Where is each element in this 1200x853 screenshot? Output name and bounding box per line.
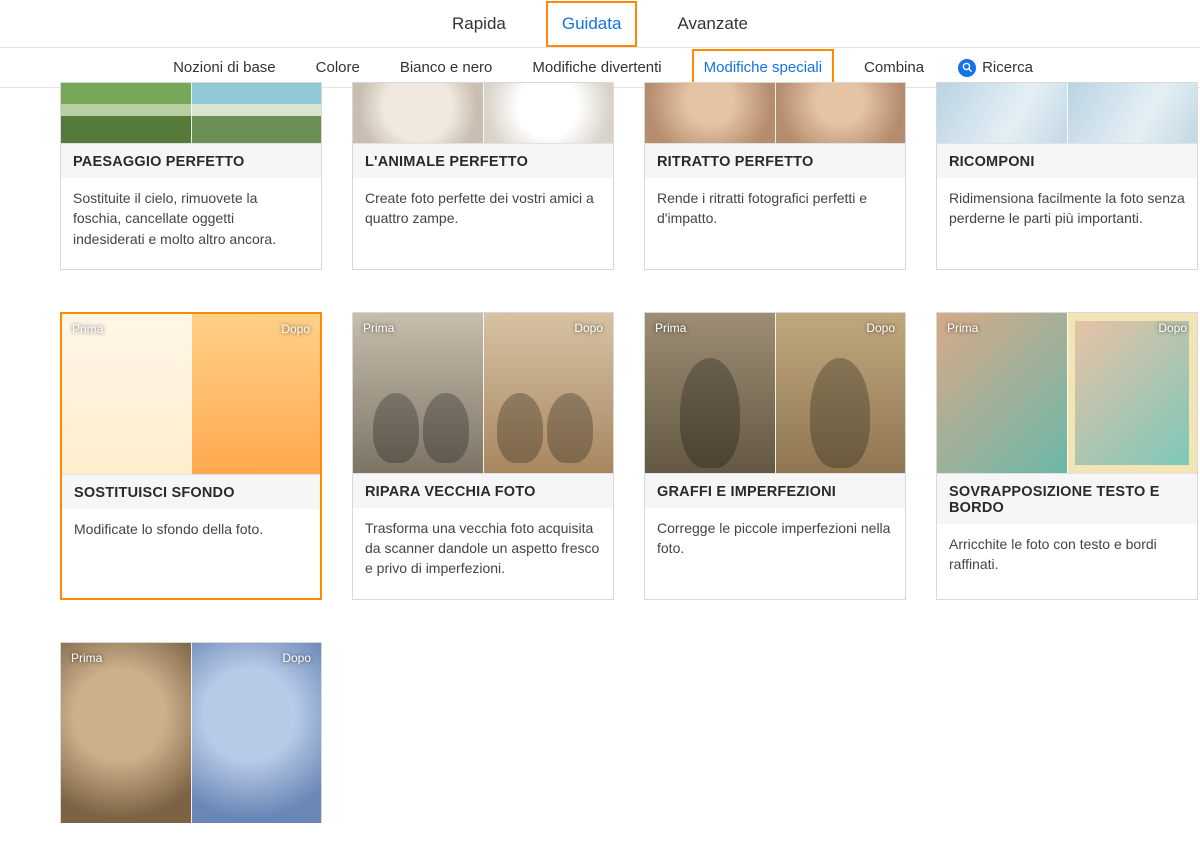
- thumb-scratches-blemishes: Prima Dopo: [645, 313, 905, 473]
- thumb-restore-old-photo: Prima Dopo: [353, 313, 613, 473]
- thumb-replace-background: Prima Dopo: [62, 314, 320, 474]
- tab-avanzate[interactable]: Avanzate: [663, 3, 762, 45]
- subtab-special-edits[interactable]: Modifiche speciali: [692, 49, 834, 86]
- before-label: Prima: [72, 322, 103, 336]
- subtab-fun-edits[interactable]: Modifiche divertenti: [522, 51, 671, 84]
- after-label: Dopo: [282, 651, 311, 665]
- card-perfect-pet[interactable]: L'ANIMALE PERFETTO Create foto perfette …: [352, 82, 614, 270]
- card-desc: Create foto perfette dei vostri amici a …: [353, 178, 613, 249]
- card-recompose[interactable]: RICOMPONI Ridimensiona facilmente la fot…: [936, 82, 1198, 270]
- guided-edits-grid: PAESAGGIO PERFETTO Sostituite il cielo, …: [0, 88, 1200, 853]
- before-label: Prima: [947, 321, 978, 335]
- card-extra[interactable]: Prima Dopo: [60, 642, 322, 823]
- after-label: Dopo: [1158, 321, 1187, 335]
- before-label: Prima: [71, 651, 102, 665]
- card-title: L'ANIMALE PERFETTO: [353, 143, 613, 178]
- card-title: SOVRAPPOSIZIONE TESTO E BORDO: [937, 473, 1197, 524]
- card-desc: Corregge le piccole imperfezioni nella f…: [645, 508, 905, 579]
- card-scratches-blemishes[interactable]: Prima Dopo GRAFFI E IMPERFEZIONI Corregg…: [644, 312, 906, 600]
- after-label: Dopo: [866, 321, 895, 335]
- card-desc: Modificate lo sfondo della foto.: [62, 509, 320, 559]
- search-icon: [958, 59, 976, 77]
- before-label: Prima: [655, 321, 686, 335]
- card-desc: Ridimensiona facilmente la foto senza pe…: [937, 178, 1197, 249]
- card-title: RIPARA VECCHIA FOTO: [353, 473, 613, 508]
- card-replace-background[interactable]: Prima Dopo SOSTITUISCI SFONDO Modificate…: [60, 312, 322, 600]
- thumb-recompose: [937, 83, 1197, 143]
- card-desc: Trasforma una vecchia foto acquisita da …: [353, 508, 613, 599]
- before-label: Prima: [363, 321, 394, 335]
- card-title: PAESAGGIO PERFETTO: [61, 143, 321, 178]
- card-title: GRAFFI E IMPERFEZIONI: [645, 473, 905, 508]
- card-desc: Arricchite le foto con testo e bordi raf…: [937, 524, 1197, 595]
- card-text-border-overlay[interactable]: Prima Dopo SOVRAPPOSIZIONE TESTO E BORDO…: [936, 312, 1198, 600]
- tab-guidata[interactable]: Guidata: [546, 1, 638, 47]
- card-restore-old-photo[interactable]: Prima Dopo RIPARA VECCHIA FOTO Trasforma…: [352, 312, 614, 600]
- after-label: Dopo: [574, 321, 603, 335]
- card-perfect-landscape[interactable]: PAESAGGIO PERFETTO Sostituite il cielo, …: [60, 82, 322, 270]
- card-title: RITRATTO PERFETTO: [645, 143, 905, 178]
- thumb-perfect-landscape: [61, 83, 321, 143]
- thumb-perfect-pet: [353, 83, 613, 143]
- card-perfect-portrait[interactable]: RITRATTO PERFETTO Rende i ritratti fotog…: [644, 82, 906, 270]
- search-label: Ricerca: [982, 59, 1033, 76]
- subtab-bw[interactable]: Bianco e nero: [390, 51, 503, 84]
- subtab-color[interactable]: Colore: [306, 51, 370, 84]
- card-title: RICOMPONI: [937, 143, 1197, 178]
- search-button[interactable]: Ricerca: [954, 51, 1037, 85]
- thumb-text-border-overlay: Prima Dopo: [937, 313, 1197, 473]
- subtab-basics[interactable]: Nozioni di base: [163, 51, 286, 84]
- card-desc: Sostituite il cielo, rimuovete la foschi…: [61, 178, 321, 269]
- mode-tabs: Rapida Guidata Avanzate: [0, 0, 1200, 48]
- tab-rapida[interactable]: Rapida: [438, 3, 520, 45]
- subtab-combine[interactable]: Combina: [854, 51, 934, 84]
- card-desc: Rende i ritratti fotografici perfetti e …: [645, 178, 905, 249]
- thumb-extra: Prima Dopo: [61, 643, 321, 823]
- thumb-perfect-portrait: [645, 83, 905, 143]
- after-label: Dopo: [281, 322, 310, 336]
- card-title: SOSTITUISCI SFONDO: [62, 474, 320, 509]
